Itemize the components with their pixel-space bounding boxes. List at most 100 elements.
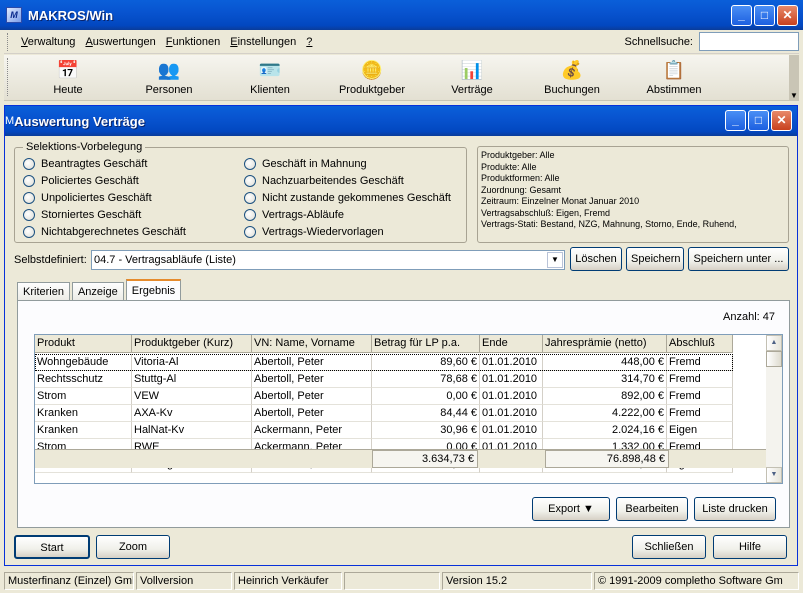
col-produktgeber[interactable]: Produktgeber (Kurz) [132,335,252,353]
chevron-down-icon[interactable]: ▼ [547,252,563,268]
radio-beantragt[interactable]: Beantragtes Geschäft [23,158,147,170]
liste-drucken-button[interactable]: Liste drucken [694,497,776,521]
radio-nachzuarbeiten[interactable]: Nachzuarbeitendes Geschäft [244,175,404,187]
start-button[interactable]: Start [14,535,90,559]
bearbeiten-button[interactable]: Bearbeiten [616,497,688,521]
menu-grip[interactable] [7,32,10,51]
cell-ende: 01.01.2010 [480,371,543,388]
child-titlebar[interactable]: M Auswertung Verträge _ □ ✕ [5,106,797,136]
radio-vertrags-ablaeufe[interactable]: Vertrags-Abläufe [244,209,344,221]
col-jahrespraemie[interactable]: Jahresprämie (netto) [543,335,667,353]
results-grid[interactable]: Produkt Produktgeber (Kurz) VN: Name, Vo… [34,334,783,484]
child-close-button[interactable]: ✕ [771,110,792,131]
menu-verwaltung[interactable]: Verwaltung [16,36,80,48]
summary-line: Zeitraum: Einzelner Monat Januar 2010 [481,196,640,206]
totals-gap [478,450,545,468]
main-toolbar: 📅 Heute 👥 Personen 🪪 Klienten 🪙 Produktg… [4,55,799,101]
radio-label: Storniertes Geschäft [41,209,142,221]
toolbar-produktgeber-button[interactable]: 🪙 Produktgeber [322,55,422,99]
toolbar-overflow-chevron-icon[interactable]: ▼ [789,55,799,101]
menu-help-key: ? [306,35,313,48]
tab-ergebnis[interactable]: Ergebnis [125,279,182,301]
toolbar-buchungen-button[interactable]: 💰 Buchungen [522,55,622,99]
quicksearch: Schnellsuche: [625,32,799,51]
grid-totals-row: 3.634,73 € 76.898,48 € [35,449,767,468]
table-row[interactable]: Kranken HalNat-Kv Ackermann, Peter 30,96… [35,422,733,439]
scroll-thumb[interactable] [766,351,782,367]
radio-nichtabgerechnet[interactable]: Nichtabgerechnetes Geschäft [23,226,186,238]
col-betrag[interactable]: Betrag für LP p.a. [372,335,480,353]
table-row[interactable]: Rechtsschutz Stuttg-Al Abertoll, Peter 7… [35,371,733,388]
id-card-icon: 🪪 [258,60,282,80]
radio-wiedervorlagen[interactable]: Vertrags-Wiedervorlagen [244,226,384,238]
menu-funktionen[interactable]: Funktionen [161,36,225,48]
criteria-summary: Produktgeber: Alle Produkte: Alle Produk… [481,150,737,231]
scroll-up-icon[interactable]: ▲ [766,335,782,351]
status-user: Heinrich Verkäufer [234,572,342,590]
cell-abschluss: Eigen [667,422,733,439]
cell-jahrespraemie: 4.222,00 € [543,405,667,422]
cell-abschluss: Fremd [667,354,733,371]
checklist-icon: 📋 [662,60,686,80]
col-produkt[interactable]: Produkt [35,335,132,353]
zoom-button[interactable]: Zoom [96,535,170,559]
toolbar-klienten-button[interactable]: 🪪 Klienten [218,55,322,99]
child-maximize-button[interactable]: □ [748,110,769,131]
status-empty [344,572,440,590]
radio-label: Unpoliciertes Geschäft [41,192,152,204]
toolbar-personen-button[interactable]: 👥 Personen [120,55,218,99]
grid-vertical-scrollbar[interactable]: ▲ ▼ [766,335,782,483]
hilfe-button[interactable]: Hilfe [713,535,787,559]
status-version: Version 15.2 [442,572,592,590]
table-row[interactable]: Wohngebäude Vitoria-Al Abertoll, Peter 8… [35,354,733,371]
toolbar-abstimmen-label: Abstimmen [646,84,702,96]
quicksearch-input[interactable] [699,32,799,51]
menu-help[interactable]: ? [301,36,317,48]
criteria-summary-box: Produktgeber: Alle Produkte: Alle Produk… [477,146,789,243]
totals-spacer [35,450,372,468]
calendar-clock-icon: 📅 [56,60,80,80]
table-row[interactable]: Kranken AXA-Kv Abertoll, Peter 84,44 € 0… [35,405,733,422]
summary-line: Vertragsabschluß: Eigen, Fremd [481,207,611,218]
selbstdefiniert-combo[interactable]: 04.7 - Vertragsabläufe (Liste) ▼ [91,250,565,270]
toolbar-grip[interactable] [7,58,10,96]
radio-mahnung[interactable]: Geschäft in Mahnung [244,158,367,170]
radio-storniert[interactable]: Storniertes Geschäft [23,209,141,221]
table-row[interactable]: Strom VEW Abertoll, Peter 0,00 € 01.01.2… [35,388,733,405]
schliessen-button[interactable]: Schließen [632,535,706,559]
status-edition: Vollversion [136,572,232,590]
main-titlebar[interactable]: M MAKROS/Win _ □ ✕ [0,0,803,30]
close-button[interactable]: ✕ [777,5,798,26]
radio-policiert[interactable]: Policiertes Geschäft [23,175,139,187]
col-vn-name[interactable]: VN: Name, Vorname [252,335,372,353]
radio-circle-icon [244,175,256,187]
menu-auswertungen[interactable]: Auswertungen [80,36,160,48]
tab-anzeige[interactable]: Anzeige [71,282,124,301]
toolbar-vertraege-label: Verträge [451,84,493,96]
toolbar-vertraege-button[interactable]: 📊 Verträge [422,55,522,99]
speichern-unter-button[interactable]: Speichern unter ... [688,247,789,271]
loeschen-button[interactable]: Löschen [570,247,622,271]
radio-label: Beantragtes Geschäft [41,158,148,170]
cell-jahrespraemie: 892,00 € [543,388,667,405]
radio-nicht-zustande[interactable]: Nicht zustande gekommenes Geschäft [244,192,451,204]
speichern-button[interactable]: Speichern [626,247,684,271]
col-abschluss[interactable]: Abschluß [667,335,733,353]
summary-line: Zuordnung: Gesamt [481,184,562,195]
toolbar-heute-button[interactable]: 📅 Heute [16,55,120,99]
minimize-button[interactable]: _ [731,5,752,26]
cell-vn-name: Abertoll, Peter [252,388,372,405]
total-jahrespraemie: 76.898,48 € [545,450,669,468]
col-ende[interactable]: Ende [480,335,543,353]
radio-unpoliciert[interactable]: Unpoliciertes Geschäft [23,192,152,204]
tab-kriterien[interactable]: Kriterien [17,282,70,301]
export-button[interactable]: Export ▼ [532,497,610,521]
menu-einstellungen[interactable]: Einstellungen [225,36,301,48]
cell-produktgeber: Vitoria-Al [132,354,252,371]
child-minimize-button[interactable]: _ [725,110,746,131]
toolbar-produktgeber-label: Produktgeber [338,84,406,96]
scroll-down-icon[interactable]: ▼ [766,467,782,483]
maximize-button[interactable]: □ [754,5,775,26]
toolbar-abstimmen-button[interactable]: 📋 Abstimmen [622,55,726,99]
toolbar-heute-label: Heute [53,84,83,96]
